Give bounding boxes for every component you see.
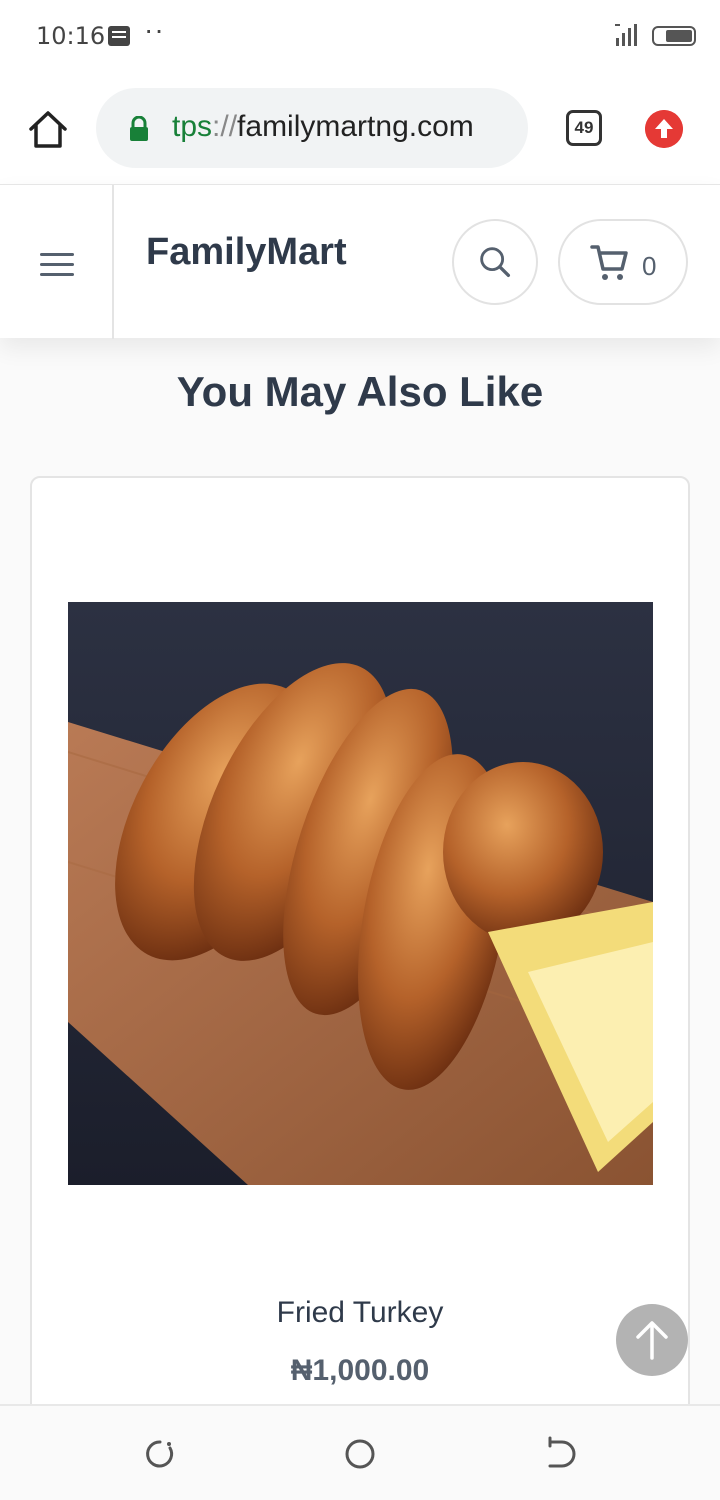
section-title: You May Also Like bbox=[176, 368, 544, 415]
cart-button[interactable]: 0 bbox=[558, 219, 688, 305]
url-scheme: tps bbox=[172, 110, 213, 143]
product-name[interactable]: Fried Turkey bbox=[32, 1296, 688, 1330]
brand-logo[interactable]: FamilyMart bbox=[146, 231, 347, 274]
cart-count: 0 bbox=[642, 251, 657, 281]
home-circle-icon[interactable] bbox=[342, 1436, 378, 1472]
url-text[interactable]: tps://familymartng.com bbox=[172, 110, 474, 144]
search-button[interactable] bbox=[452, 219, 538, 305]
back-icon[interactable] bbox=[542, 1436, 578, 1472]
url-separator: :// bbox=[212, 110, 238, 143]
product-image[interactable] bbox=[68, 602, 653, 1185]
lock-icon bbox=[130, 116, 148, 141]
arrow-up-icon bbox=[636, 1321, 668, 1360]
battery-icon bbox=[652, 26, 696, 46]
home-icon[interactable] bbox=[26, 108, 70, 152]
product-card[interactable]: Fried Turkey ₦1,000.00 bbox=[30, 476, 690, 1404]
recent-apps-icon[interactable] bbox=[142, 1436, 178, 1472]
url-host: familymartng.com bbox=[237, 110, 474, 143]
url-bar[interactable]: tps://familymartng.com bbox=[96, 88, 528, 168]
signal-icon bbox=[615, 24, 637, 46]
main-content: You May Also Like Fried Turkey ₦1,000.00 bbox=[0, 338, 720, 1404]
search-icon bbox=[480, 247, 511, 278]
browser-toolbar: tps://familymartng.com 49 bbox=[0, 72, 720, 184]
status-bar: 10:16 ·· bbox=[0, 0, 720, 72]
status-time: 10:16 bbox=[36, 22, 106, 50]
site-header: FamilyMart 0 bbox=[0, 184, 720, 339]
system-nav-bar bbox=[0, 1404, 720, 1500]
hamburger-menu-icon[interactable] bbox=[0, 185, 114, 339]
notification-icon bbox=[108, 26, 130, 46]
cart-icon bbox=[590, 245, 628, 280]
product-price: ₦1,000.00 bbox=[290, 1354, 430, 1387]
status-dots: ·· bbox=[144, 14, 165, 45]
scroll-top-button[interactable] bbox=[616, 1304, 688, 1376]
arrow-up-icon[interactable] bbox=[645, 110, 683, 148]
tabs-button[interactable]: 49 bbox=[566, 110, 602, 146]
